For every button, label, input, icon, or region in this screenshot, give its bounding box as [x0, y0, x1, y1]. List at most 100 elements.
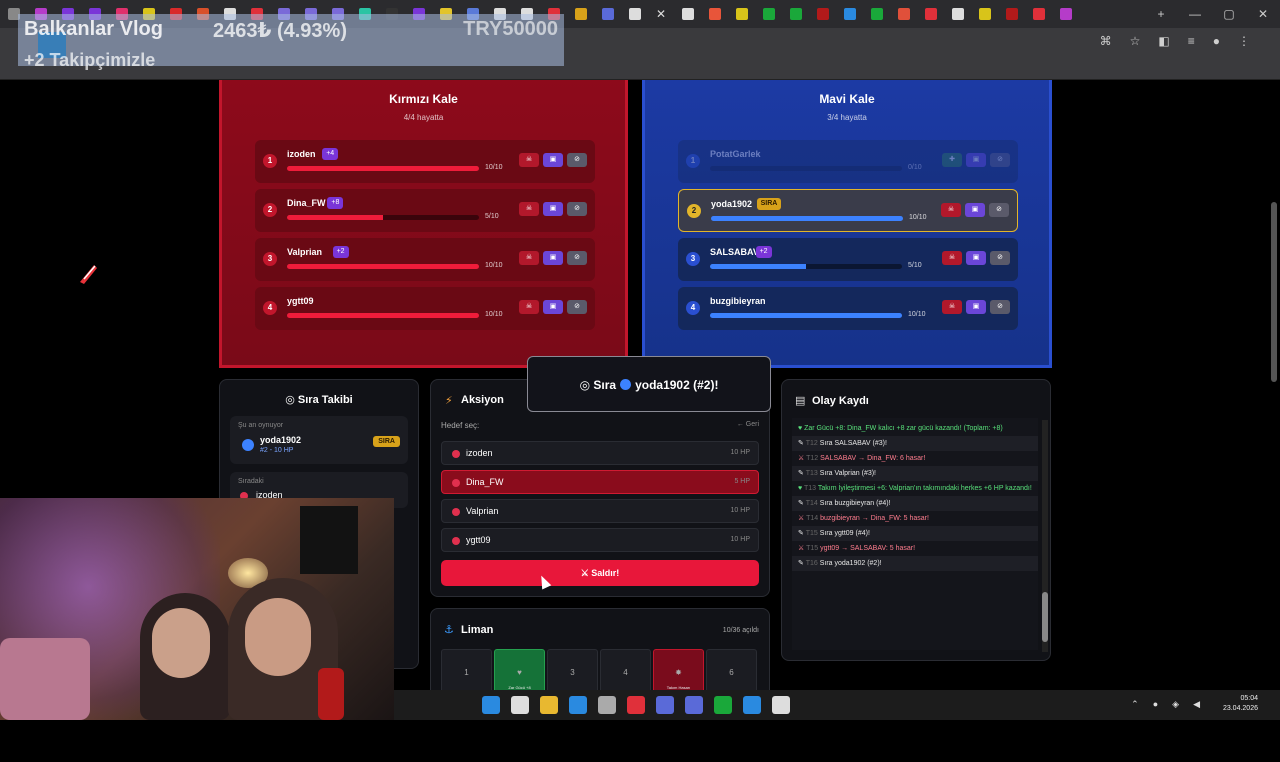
chevron-up-icon[interactable]: ⌃: [1131, 699, 1139, 710]
taskbar-app-icon[interactable]: [685, 696, 703, 714]
page-scroll-thumb[interactable]: [1271, 202, 1277, 382]
player-row[interactable]: 4 buzgibieyran 10/10 ☠ ▣ ⊘: [678, 287, 1018, 330]
taskbar-app-icon[interactable]: [656, 696, 674, 714]
taskbar-app-icon[interactable]: [772, 696, 790, 714]
revive-icon[interactable]: ✚: [942, 153, 962, 167]
port-cell[interactable]: 6: [706, 649, 757, 695]
player-row[interactable]: 4 ygtt09 10/10 ☠ ▣ ⊘: [255, 287, 595, 330]
player-row[interactable]: 1 izoden +4 10/10 ☠ ▣ ⊘: [255, 140, 595, 183]
log-scroll-thumb[interactable]: [1042, 592, 1048, 642]
taskbar-app-icon[interactable]: [569, 696, 587, 714]
tab-favicon[interactable]: [925, 8, 938, 20]
port-cell[interactable]: ♥ Zar Gücü +8: [494, 649, 545, 695]
shield-icon[interactable]: ▣: [543, 202, 563, 216]
block-icon[interactable]: ⊘: [990, 251, 1010, 265]
taskbar-app-icon[interactable]: [482, 696, 500, 714]
player-row[interactable]: 2 yoda1902 SIRA 10/10 ☠ ▣ ⊘: [678, 189, 1018, 232]
media-icon[interactable]: ≡: [1188, 34, 1195, 48]
port-cell[interactable]: 3: [547, 649, 598, 695]
player-row[interactable]: 1 PotatGarlek 0/10 ✚ ▣ ⊘: [678, 140, 1018, 183]
shield-icon[interactable]: ▣: [543, 300, 563, 314]
clock[interactable]: 05:04 23.04.2026: [1223, 694, 1258, 714]
port-cell[interactable]: 1: [441, 649, 492, 695]
skull-icon[interactable]: ☠: [519, 202, 539, 216]
target-option[interactable]: Valprian 10 HP: [441, 499, 759, 523]
blue-castle-alive: 3/4 hayatta: [827, 113, 867, 122]
event-log-title: Olay Kaydı: [812, 395, 869, 407]
taskbar-app-icon[interactable]: [511, 696, 529, 714]
skull-icon[interactable]: ☠: [942, 251, 962, 265]
shield-icon[interactable]: ▣: [966, 251, 986, 265]
player-actions: ☠ ▣ ⊘: [519, 202, 587, 216]
target-option[interactable]: Dina_FW 5 HP: [441, 470, 759, 494]
shield-icon[interactable]: ▣: [966, 153, 986, 167]
target-option[interactable]: ygtt09 10 HP: [441, 528, 759, 552]
taskbar-app-icon[interactable]: [540, 696, 558, 714]
tab-favicon[interactable]: [602, 8, 614, 20]
tab-favicon[interactable]: [709, 8, 722, 20]
mic-icon[interactable]: ●: [1153, 699, 1158, 710]
event-log-list[interactable]: ♥ Zar Gücü +8: Dina_FW kalıcı +8 zar güc…: [792, 418, 1038, 650]
network-icon[interactable]: ◈: [1172, 699, 1179, 710]
tab-favicon[interactable]: [817, 8, 830, 20]
skull-icon[interactable]: ☠: [519, 153, 539, 167]
extensions-icon[interactable]: ◧: [1158, 34, 1169, 48]
tab-favicon[interactable]: [979, 8, 992, 20]
attack-button[interactable]: ⚔ Saldır!: [441, 560, 759, 586]
log-scrollbar[interactable]: [1042, 420, 1048, 652]
back-link[interactable]: ← Geri: [737, 421, 759, 428]
port-cell[interactable]: ✸ Takım Hasarı: [653, 649, 704, 695]
new-tab-button[interactable]: +: [1144, 7, 1178, 21]
tab-favicon[interactable]: [763, 8, 776, 20]
port-cell[interactable]: 4: [600, 649, 651, 695]
shield-icon[interactable]: ▣: [966, 300, 986, 314]
system-tray: ⌃ ● ◈ ◀: [1131, 699, 1200, 710]
block-icon[interactable]: ⊘: [567, 251, 587, 265]
skull-icon[interactable]: ☠: [941, 203, 961, 217]
star-icon[interactable]: ☆: [1130, 34, 1141, 48]
taskbar-app-icon[interactable]: [598, 696, 616, 714]
target-option[interactable]: izoden 10 HP: [441, 441, 759, 465]
shield-icon[interactable]: ▣: [965, 203, 985, 217]
tab-favicon[interactable]: [736, 8, 749, 20]
block-icon[interactable]: ⊘: [567, 202, 587, 216]
tab-favicon[interactable]: [1060, 8, 1073, 20]
close-tab-icon[interactable]: ✕: [656, 7, 666, 21]
tab-favicon[interactable]: [952, 8, 965, 20]
taskbar-app-icon[interactable]: [743, 696, 761, 714]
profile-icon[interactable]: ●: [1213, 34, 1220, 48]
shield-icon[interactable]: ▣: [543, 251, 563, 265]
page-scrollbar[interactable]: [1270, 162, 1278, 762]
skull-icon[interactable]: ☠: [942, 300, 962, 314]
tab-favicon[interactable]: [871, 8, 884, 20]
maximize-button[interactable]: ▢: [1212, 7, 1246, 21]
minimize-button[interactable]: —: [1178, 7, 1212, 21]
block-icon[interactable]: ⊘: [567, 300, 587, 314]
tab-favicon[interactable]: [575, 8, 587, 20]
player-row[interactable]: 3 SALSABAV +2 5/10 ☠ ▣ ⊘: [678, 238, 1018, 281]
translate-icon[interactable]: ⌘: [1100, 34, 1112, 48]
close-window-button[interactable]: ✕: [1246, 7, 1280, 21]
player-row[interactable]: 2 Dina_FW +8 5/10 ☠ ▣ ⊘: [255, 189, 595, 232]
tab-favicon[interactable]: [790, 8, 803, 20]
tab-favicon[interactable]: [898, 8, 911, 20]
log-entry: ♥ T13 Takım İyileştirmesi +6: Valprian'ı…: [792, 481, 1038, 496]
tab-favicon[interactable]: [682, 8, 695, 20]
tab-favicon[interactable]: [629, 8, 641, 20]
block-icon[interactable]: ⊘: [990, 153, 1010, 167]
tab-favicon[interactable]: [1006, 8, 1019, 20]
volume-icon[interactable]: ◀: [1193, 699, 1200, 710]
player-hp: 10/10: [485, 311, 503, 318]
shield-icon[interactable]: ▣: [543, 153, 563, 167]
player-row[interactable]: 3 Valprian +2 10/10 ☠ ▣ ⊘: [255, 238, 595, 281]
tab-favicon[interactable]: [1033, 8, 1046, 20]
tab-favicon[interactable]: [844, 8, 857, 20]
skull-icon[interactable]: ☠: [519, 300, 539, 314]
block-icon[interactable]: ⊘: [990, 300, 1010, 314]
skull-icon[interactable]: ☠: [519, 251, 539, 265]
block-icon[interactable]: ⊘: [567, 153, 587, 167]
taskbar-app-icon[interactable]: [627, 696, 645, 714]
taskbar-app-icon[interactable]: [714, 696, 732, 714]
block-icon[interactable]: ⊘: [989, 203, 1009, 217]
menu-icon[interactable]: ⋮: [1238, 34, 1250, 48]
